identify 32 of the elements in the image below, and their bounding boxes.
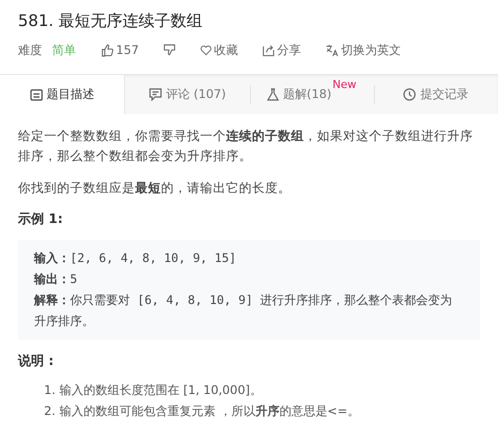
- tab[interactable]: 题目描述: [0, 75, 126, 114]
- comment-icon: [148, 88, 162, 101]
- code-line: 解释：你只需要对 [6, 4, 8, 10, 9] 进行升序排序，那么整个表都会变为升序排序。: [34, 292, 454, 330]
- tab[interactable]: 题解(18) New: [250, 75, 374, 114]
- heart-icon[interactable]: [200, 44, 212, 56]
- new-label: New: [332, 78, 356, 91]
- thumbs-up-icon[interactable]: [101, 44, 114, 56]
- paragraph: 给定一个整数数组，你需要寻找一个连续的子数组，如果对这个子数组进行升序排序，那么整个数组都会变为升序排序。: [18, 127, 474, 165]
- document-icon: [30, 88, 43, 100]
- tab[interactable]: 提交记录: [374, 75, 498, 114]
- list-number: 2.: [44, 403, 56, 420]
- notes-heading: 说明 :: [18, 353, 55, 370]
- difficulty-value: 简单: [52, 42, 76, 58]
- paragraph: 你找到的子数组应是最短的，请输出它的长度。: [18, 179, 292, 197]
- list-item-text: 输入的数组长度范围在 [1, 10,000]。: [59, 382, 262, 399]
- like-label[interactable]: 157: [116, 43, 139, 57]
- favorite-label[interactable]: 收藏: [214, 42, 238, 58]
- translate-icon[interactable]: [324, 44, 339, 56]
- tab[interactable]: 评论 (107): [125, 75, 250, 114]
- share-icon[interactable]: [262, 44, 275, 56]
- example-heading: 示例 1:: [18, 211, 64, 228]
- problem-title: 581. 最短无序连续子数组: [17, 10, 204, 32]
- list-item-text: 输入的数组可能包含重复元素 ，所以升序的意思是<=。: [59, 403, 360, 420]
- clock-icon: [403, 88, 416, 101]
- thumbs-down-icon[interactable]: [162, 44, 176, 56]
- code-line: 输入：[2, 6, 4, 8, 10, 9, 15]: [34, 250, 238, 267]
- code-line: 输出：5: [34, 271, 78, 288]
- share-label[interactable]: 分享: [276, 42, 301, 58]
- translate-label[interactable]: 切换为英文: [340, 42, 401, 58]
- list-number: 1.: [44, 382, 56, 399]
- flask-icon: [266, 88, 279, 101]
- difficulty-label: 难度: [18, 42, 42, 58]
